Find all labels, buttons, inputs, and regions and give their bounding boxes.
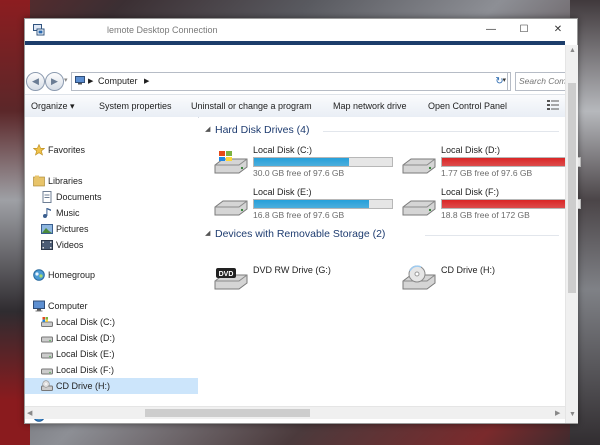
scroll-down-icon[interactable]: ▼ [569,411,576,418]
back-arrow-icon: ◀ [32,76,39,86]
connection-bar [25,41,565,45]
search-input[interactable] [516,73,566,89]
forward-arrow-icon: ▶ [51,76,58,86]
uninstall-program-button[interactable]: Uninstall or change a program [191,101,312,111]
refresh-button[interactable]: ↻ [492,72,508,91]
vertical-scrollbar[interactable]: ▲ ▼ [565,45,578,423]
drive-tile-c[interactable]: Local Disk (C:) 30.0 GB free of 97.6 GB [213,145,393,181]
drive-usage-bar [441,157,581,167]
drive-icon [214,200,248,216]
drive-name: Local Disk (C:) [253,145,313,155]
back-button[interactable]: ◀ [26,72,45,91]
drive-tile-dvd-g[interactable]: DVD DVD RW Drive (G:) [213,261,388,297]
group-title: Hard Disk Drives (4) [215,124,310,136]
group-title: Devices with Removable Storage (2) [215,228,386,240]
map-network-drive-button[interactable]: Map network drive [333,101,407,111]
drive-tile-e[interactable]: Local Disk (E:) 16.8 GB free of 97.6 GB [213,187,393,223]
drive-tile-cd-h[interactable]: CD Drive (H:) [401,261,576,297]
forward-button[interactable]: ▶ [45,72,64,91]
music-icon [43,208,51,218]
refresh-icon: ↻ [495,76,504,87]
drive-icon [41,336,53,343]
homegroup-icon [33,269,45,281]
address-row: ◀ ▶ ▾ ▶ Computer ▶ ▾ ↻ [25,67,567,93]
drive-free-space: 30.0 GB free of 97.6 GB [253,168,345,178]
close-button[interactable]: ✕ [542,19,574,41]
drive-usage-fill [442,200,565,208]
drive-usage-bar [441,199,581,209]
navigation-pane: Favorites Libraries Documents Music Pict… [25,117,198,422]
drive-tile-f[interactable]: Local Disk (F:) 18.8 GB free of 172 GB [401,187,581,223]
drive-name: DVD RW Drive (G:) [253,265,331,275]
drive-name: Local Disk (D:) [441,145,501,155]
group-divider [323,131,559,132]
libraries-icon [33,175,45,187]
drive-icon [402,158,436,174]
drive-name: Local Disk (E:) [253,187,312,197]
scroll-right-icon[interactable]: ▶ [555,409,560,417]
drive-free-space: 16.8 GB free of 97.6 GB [253,210,345,220]
breadcrumb-computer[interactable]: Computer [98,76,138,86]
pictures-icon [41,224,53,234]
group-divider [425,235,559,236]
search-box[interactable] [515,72,567,91]
vertical-scroll-thumb[interactable] [568,83,576,293]
drive-icon [41,352,53,359]
documents-icon [42,191,52,203]
breadcrumb-chevron-icon[interactable]: ▶ [144,77,149,85]
scroll-left-icon[interactable]: ◀ [27,409,32,417]
group-header-removable[interactable]: ◢ Devices with Removable Storage (2) [205,228,386,240]
system-properties-button[interactable]: System properties [99,101,172,111]
breadcrumb-chevron-icon: ▶ [88,78,94,85]
system-drive-icon [214,151,248,174]
computer-icon [33,300,45,312]
cd-drive-icon [41,380,53,391]
drive-tile-d[interactable]: Local Disk (D:) 1.77 GB free of 97.6 GB [401,145,581,181]
drive-icon [402,200,436,216]
change-view-icon[interactable] [547,100,559,110]
cd-drive-icon [402,265,436,290]
remote-desktop-icon [33,24,45,36]
content-pane: ◢ Hard Disk Drives (4) Local Disk (C:) 3… [199,117,581,406]
open-control-panel-button[interactable]: Open Control Panel [428,101,507,111]
drive-name: CD Drive (H:) [441,265,495,275]
drive-free-space: 18.8 GB free of 172 GB [441,210,530,220]
address-bar[interactable]: ▶ Computer ▶ ▾ [71,72,511,91]
star-icon [33,144,45,156]
drive-usage-bar [253,199,393,209]
drive-free-space: 1.77 GB free of 97.6 GB [441,168,533,178]
drive-usage-fill [254,200,369,208]
system-drive-icon [41,317,53,327]
organize-button[interactable]: Organize ▾ [31,101,75,112]
collapse-chevron-icon[interactable]: ◢ [205,125,210,133]
window-title: lemote Desktop Connection [107,25,218,35]
recent-pages-icon[interactable]: ▾ [64,76,68,84]
drive-icon [41,368,53,375]
minimize-button[interactable]: — [475,19,507,41]
drive-usage-bar [253,157,393,167]
dvd-logo-text: DVD [219,271,234,278]
drive-usage-fill [442,158,578,166]
drive-name: Local Disk (F:) [441,187,500,197]
dvd-drive-icon: DVD [214,268,248,290]
collapse-chevron-icon[interactable]: ◢ [205,229,210,237]
horizontal-scroll-thumb[interactable] [145,409,310,417]
command-bar: Organize ▾ System properties Uninstall o… [25,94,565,118]
scroll-up-icon[interactable]: ▲ [569,47,576,54]
horizontal-scrollbar[interactable]: ◀ ▶ [25,406,565,419]
group-header-hdd[interactable]: ◢ Hard Disk Drives (4) [205,124,310,136]
maximize-button[interactable]: ☐ [508,19,540,41]
videos-icon [41,240,53,250]
remote-desktop-window: lemote Desktop Connection — ☐ ✕ ◀ ▶ ▾ ▶ … [24,18,581,424]
computer-icon [75,76,85,85]
drive-usage-fill [254,158,350,166]
title-bar: lemote Desktop Connection — ☐ ✕ [25,19,577,41]
